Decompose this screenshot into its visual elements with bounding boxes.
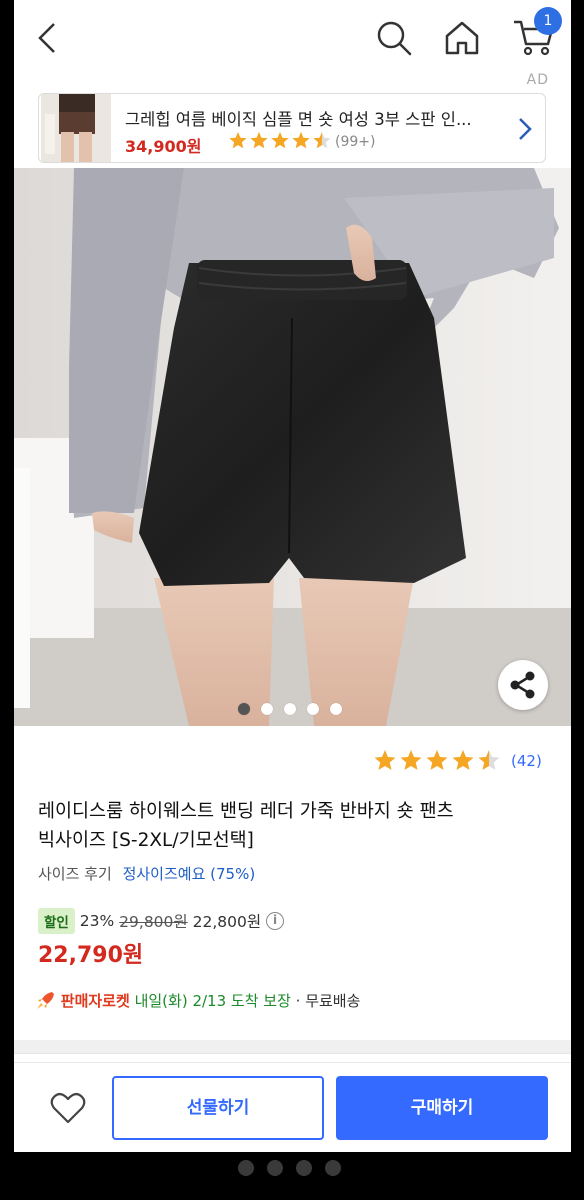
product-screen: 1 AD 그레힙 여름 베이직 심플 면 숏 여성 3부 스판 인... 34,… <box>14 0 571 1152</box>
search-icon[interactable] <box>374 18 414 58</box>
rocket-icon <box>37 992 54 1009</box>
chevron-right-icon <box>519 118 532 140</box>
ad-label: AD <box>526 72 549 88</box>
carousel-dot[interactable] <box>330 703 342 715</box>
image-carousel-dots <box>238 700 353 715</box>
carousel-dot[interactable] <box>307 703 319 715</box>
price-row: 할인 23% 29,800원 22,800원 i <box>38 908 285 934</box>
home-icon[interactable] <box>442 18 482 58</box>
product-title-line1: 레이디스룸 하이웨스트 밴딩 레더 가죽 반바지 숏 팬츠 <box>38 801 454 822</box>
bottom-action-bar: 선물하기 구매하기 <box>14 1062 571 1152</box>
ad-product-title: 그레힙 여름 베이직 심플 면 숏 여성 3부 스판 인... <box>125 110 472 129</box>
star-icon-fill <box>400 750 422 770</box>
sponsored-product-card[interactable]: 그레힙 여름 베이직 심플 면 숏 여성 3부 스판 인... 34,900원 … <box>38 93 546 163</box>
back-arrow-icon[interactable] <box>34 20 64 56</box>
top-bar: 1 <box>14 0 571 76</box>
size-review-row[interactable]: 사이즈 후기 정사이즈예요 (75%) <box>38 863 255 884</box>
star-icon-fill <box>292 132 310 149</box>
ad-product-thumbnail <box>41 94 111 162</box>
product-title: 레이디스룸 하이웨스트 밴딩 레더 가죽 반바지 숏 팬츠 빅사이즈 [S-2X… <box>38 797 558 855</box>
sale-badge: 할인 <box>38 908 75 934</box>
product-title-line2: 빅사이즈 [S-2XL/기모선택] <box>38 830 254 851</box>
star-icon-fill <box>271 132 289 149</box>
gift-button[interactable]: 선물하기 <box>112 1076 324 1140</box>
carousel-dot[interactable] <box>261 703 273 715</box>
product-image[interactable] <box>14 168 571 726</box>
product-rating-stars <box>374 750 500 770</box>
section-divider <box>14 1040 571 1054</box>
cart-count-badge: 1 <box>534 7 562 35</box>
product-review-count[interactable]: (42) <box>511 752 542 770</box>
star-icon-fill <box>452 750 474 770</box>
sale-price: 22,800원 <box>192 913 262 931</box>
final-price: 22,790원 <box>38 943 144 968</box>
delivery-row: 판매자로켓 내일(화) 2/13 도착 보장 · 무료배송 <box>36 990 360 1011</box>
heart-icon[interactable] <box>50 1091 86 1125</box>
original-price: 29,800원 <box>119 913 188 931</box>
delivery-date: 내일(화) 2/13 도착 보장 <box>134 992 291 1010</box>
shipping-fee: · 무료배송 <box>295 992 361 1010</box>
ad-review-count: (99+) <box>335 134 376 150</box>
star-icon-fill <box>229 132 247 149</box>
star-icon-fill <box>374 750 396 770</box>
buy-button[interactable]: 구매하기 <box>336 1076 548 1140</box>
ad-rating-stars <box>229 132 331 149</box>
carousel-dot[interactable] <box>238 703 250 715</box>
star-icon-fill <box>250 132 268 149</box>
carousel-dot[interactable] <box>284 703 296 715</box>
rocket-delivery-label: 판매자로켓 <box>60 992 130 1010</box>
share-button[interactable] <box>498 660 548 710</box>
size-review-value: 정사이즈예요 (75%) <box>122 865 256 883</box>
system-nav-dots <box>238 1160 354 1180</box>
ad-product-price: 34,900원 <box>125 137 202 156</box>
info-icon[interactable]: i <box>266 912 285 930</box>
size-review-label: 사이즈 후기 <box>38 865 112 883</box>
star-icon-fill <box>426 750 448 770</box>
share-icon <box>510 671 535 699</box>
discount-rate: 23% <box>79 912 115 930</box>
